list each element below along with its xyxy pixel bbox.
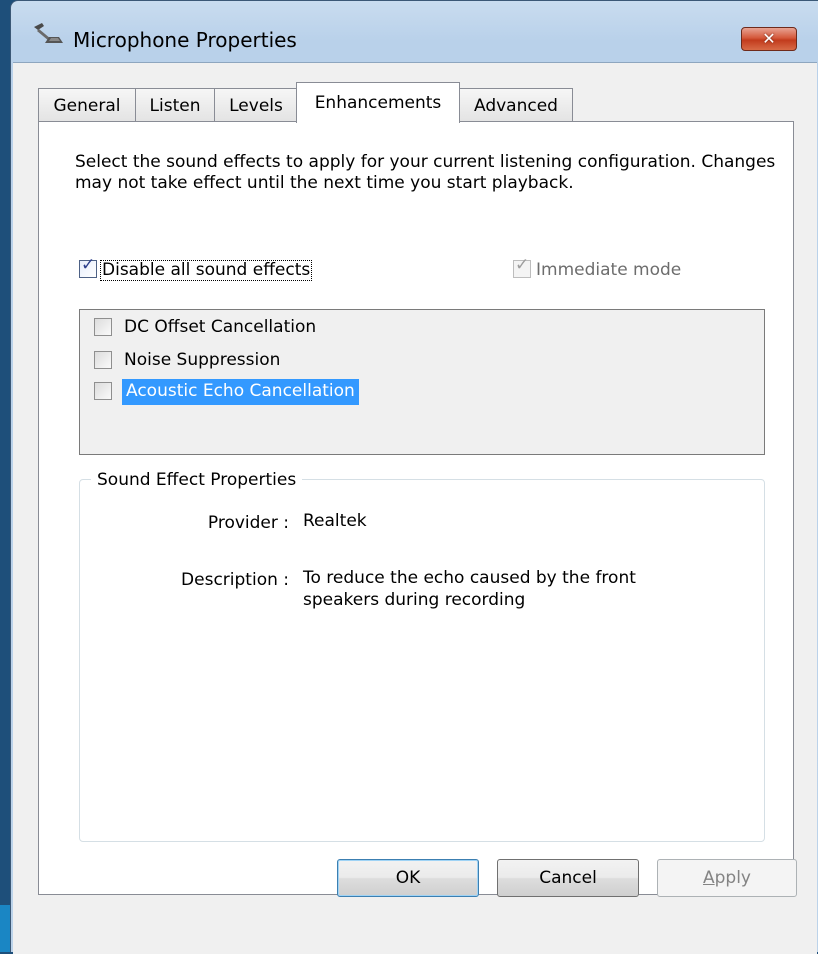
sound-effects-list[interactable]: DC Offset Cancellation Noise Suppression… [79, 309, 765, 455]
tab-label: General [53, 96, 121, 116]
immediate-mode-label: Immediate mode [536, 260, 682, 280]
tab-label: Listen [149, 96, 201, 116]
description-key: Description : [181, 570, 289, 590]
intro-text: Select the sound effects to apply for yo… [75, 152, 776, 193]
apply-button[interactable]: Apply [657, 859, 797, 897]
immediate-mode-checkbox[interactable]: ✓ [513, 255, 531, 278]
tab-listen[interactable]: Listen [135, 88, 215, 122]
close-icon: ✕ [762, 29, 776, 48]
disable-all-label[interactable]: Disable all sound effects [99, 260, 313, 281]
tab-general[interactable]: General [38, 88, 136, 122]
checkmark-icon: ✓ [81, 255, 96, 275]
tab-label: Enhancements [314, 93, 442, 113]
group-title: Sound Effect Properties [91, 470, 303, 490]
tab-label: Advanced [474, 96, 558, 116]
list-item-dc-offset[interactable]: DC Offset Cancellation [80, 315, 380, 339]
tab-advanced[interactable]: Advanced [459, 88, 573, 122]
description-value-line1: To reduce the echo caused by the front [303, 568, 636, 588]
tab-enhancements[interactable]: Enhancements [296, 82, 460, 123]
tab-label: Levels [229, 96, 283, 116]
title-bar[interactable]: Microphone Properties ✕ [11, 1, 818, 51]
description-value-line2: speakers during recording [303, 590, 526, 610]
tab-strip: General Listen Levels Enhancements Advan… [13, 63, 817, 123]
ok-button[interactable]: OK [337, 859, 479, 897]
microphone-properties-dialog: Microphone Properties ✕ General Listen L… [10, 0, 818, 954]
noise-suppression-checkbox[interactable] [94, 351, 112, 369]
provider-key: Provider : [207, 513, 289, 533]
effect-label: Noise Suppression [124, 350, 281, 370]
cancel-label: Cancel [539, 868, 597, 888]
dc-offset-checkbox[interactable] [94, 318, 112, 336]
apply-label: Apply [703, 868, 751, 888]
acoustic-echo-checkbox[interactable] [94, 382, 112, 400]
effect-label: Acoustic Echo Cancellation [122, 379, 359, 405]
effect-label: DC Offset Cancellation [124, 317, 317, 337]
list-item-noise-suppression[interactable]: Noise Suppression [80, 348, 380, 372]
disable-all-checkbox[interactable]: ✓ [79, 255, 97, 278]
microphone-icon [34, 23, 63, 43]
apply-rest: pply [714, 868, 751, 888]
checkmark-icon: ✓ [515, 255, 530, 275]
window-title: Microphone Properties [73, 28, 297, 52]
apply-mnemonic: A [702, 868, 715, 888]
list-item-acoustic-echo[interactable]: Acoustic Echo Cancellation [80, 379, 400, 405]
ok-label: OK [395, 868, 421, 888]
provider-value: Realtek [303, 511, 367, 531]
tab-levels[interactable]: Levels [214, 88, 298, 122]
cancel-button[interactable]: Cancel [497, 859, 639, 897]
sound-effect-properties-group [79, 479, 765, 842]
close-button[interactable]: ✕ [741, 27, 797, 51]
